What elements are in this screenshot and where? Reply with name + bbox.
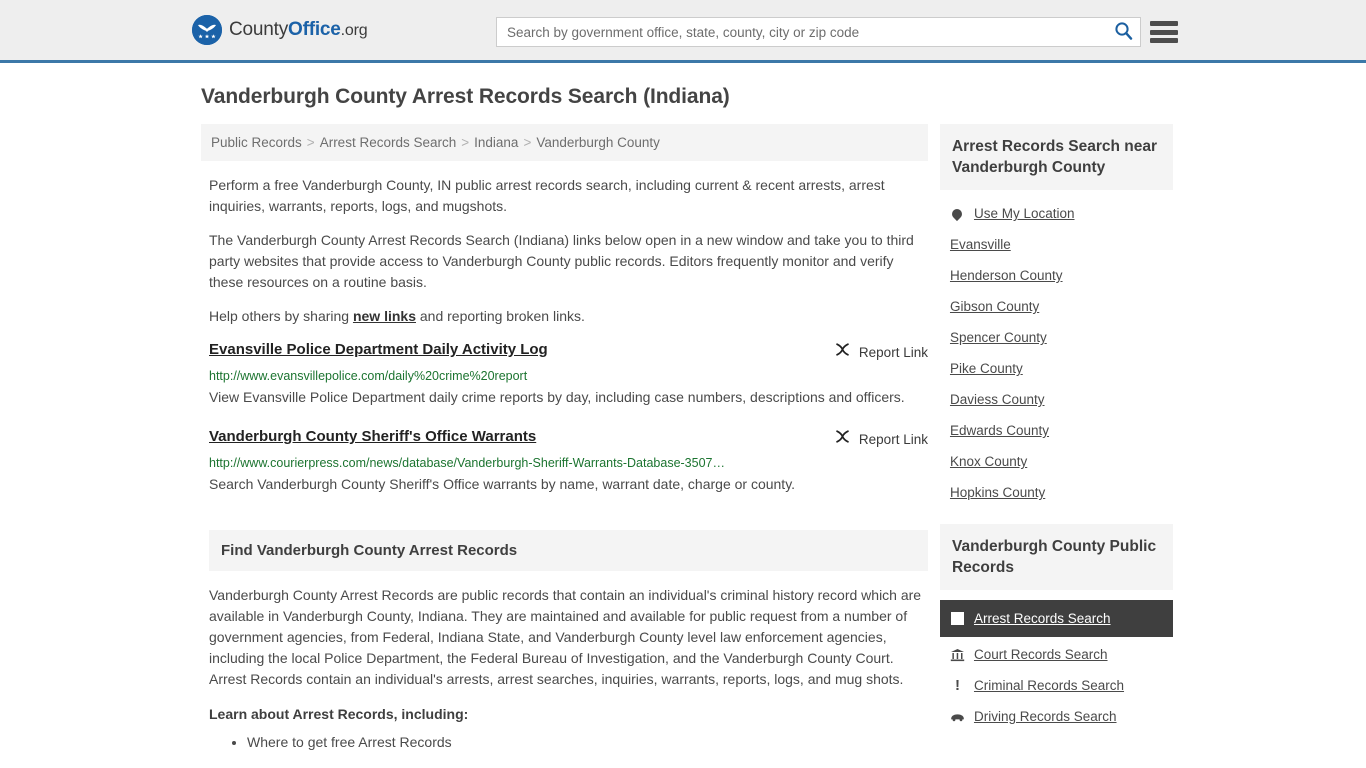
sidebar-item-label[interactable]: Henderson County [950,268,1063,283]
sidebar-item-label[interactable]: Pike County [950,361,1023,376]
intro-text: Perform a free Vanderburgh County, IN pu… [201,175,928,327]
handcuffs-icon [950,612,965,625]
intro-paragraph-3: Help others by sharing new links and rep… [209,306,928,327]
breadcrumb-item-arrest-records-search[interactable]: Arrest Records Search [320,135,457,150]
result-description: Search Vanderburgh County Sheriff's Offi… [209,476,796,492]
breadcrumb-separator: > [306,135,315,150]
intro-p3-before: Help others by sharing [209,308,353,324]
site-logo[interactable]: CountyOffice.org [192,15,368,45]
result-title-link[interactable]: Evansville Police Department Daily Activ… [209,340,548,360]
page-body: Vanderburgh County Arrest Records Search… [0,63,1366,753]
public-records-list: Arrest Records Search Court Records Sear… [939,590,1173,732]
result-item: Vanderburgh County Sheriff's Office Warr… [209,427,928,496]
report-link-button[interactable]: Report Link [834,341,928,363]
eagle-seal-icon [192,15,222,45]
new-links-link[interactable]: new links [353,308,416,324]
sidebar-item-arrest-records-search[interactable]: Arrest Records Search [939,600,1173,637]
sidebar-item-label[interactable]: Criminal Records Search [974,678,1124,693]
intro-paragraph-1: Perform a free Vanderburgh County, IN pu… [209,177,885,214]
sidebar-item-label[interactable]: Driving Records Search [974,709,1117,724]
nearby-search-heading: Arrest Records Search near Vanderburgh C… [939,124,1173,190]
sidebar-item-label[interactable]: Gibson County [950,299,1039,314]
sidebar-item-use-my-location[interactable]: Use My Location [940,198,1173,229]
search-input[interactable] [497,19,1106,45]
find-records-body: Vanderburgh County Arrest Records are pu… [209,585,928,753]
result-url: http://www.evansvillepolice.com/daily%20… [209,369,528,383]
sidebar-item-label[interactable]: Court Records Search [974,647,1108,662]
nearby-search-list: Use My Location Evansville Henderson Cou… [940,190,1173,508]
sidebar-item-evansville[interactable]: Evansville [940,229,1173,260]
sidebar-item-label[interactable]: Hopkins County [950,485,1045,500]
map-pin-icon [950,206,965,221]
learn-about-list: Where to get free Arrest Records [209,732,928,753]
sidebar-item-gibson-county[interactable]: Gibson County [940,291,1173,322]
sidebar-item-driving-records-search[interactable]: Driving Records Search [940,701,1173,732]
logo-text-county: County [229,19,289,40]
sidebar-item-label[interactable]: Evansville [950,237,1011,252]
logo-wordmark: CountyOffice.org [229,19,368,41]
sidebar-item-hopkins-county[interactable]: Hopkins County [940,477,1173,508]
broken-link-icon [834,428,851,450]
sidebar-item-criminal-records-search[interactable]: ! Criminal Records Search [940,670,1173,701]
learn-about-heading: Learn about Arrest Records, including: [209,706,469,722]
search-icon [1114,21,1133,43]
sidebar-item-label[interactable]: Knox County [950,454,1027,469]
breadcrumb-item-indiana[interactable]: Indiana [474,135,518,150]
intro-p3-after: and reporting broken links. [416,308,585,324]
public-records-heading: Vanderburgh County Public Records [939,524,1173,590]
broken-link-icon [834,341,851,363]
sidebar-item-label[interactable]: Arrest Records Search [974,611,1111,626]
report-link-label: Report Link [858,344,928,360]
sidebar-item-label[interactable]: Daviess County [950,392,1045,407]
sidebar-item-label[interactable]: Edwards County [950,423,1049,438]
breadcrumb-item-public-records[interactable]: Public Records [211,135,302,150]
result-url: http://www.courierpress.com/news/databas… [209,456,725,470]
report-link-button[interactable]: Report Link [834,428,928,450]
sidebar-item-spencer-county[interactable]: Spencer County [940,322,1173,353]
result-item: Evansville Police Department Daily Activ… [209,340,928,409]
find-records-paragraph: Vanderburgh County Arrest Records are pu… [209,587,922,687]
breadcrumb-separator: > [461,135,470,150]
result-description: View Evansville Police Department daily … [209,389,905,405]
page-title: Vanderburgh County Arrest Records Search… [201,85,730,108]
sidebar-item-label[interactable]: Spencer County [950,330,1047,345]
car-icon [950,712,965,722]
list-item[interactable]: Where to get free Arrest Records [247,732,928,753]
sidebar-item-label[interactable]: Use My Location [974,206,1075,221]
sidebar-item-edwards-county[interactable]: Edwards County [940,415,1173,446]
logo-text-org: .org [340,22,368,39]
public-records-card: Vanderburgh County Public Records Arrest… [939,524,1173,732]
report-link-label: Report Link [858,431,928,447]
search-button[interactable] [1106,18,1140,46]
find-records-heading: Find Vanderburgh County Arrest Records [209,530,928,571]
result-title-link[interactable]: Vanderburgh County Sheriff's Office Warr… [209,427,536,447]
sidebar: Arrest Records Search near Vanderburgh C… [939,124,1173,748]
site-header: CountyOffice.org [0,0,1366,63]
sidebar-item-knox-county[interactable]: Knox County [940,446,1173,477]
sidebar-item-court-records-search[interactable]: Court Records Search [940,639,1173,670]
breadcrumb-separator: > [523,135,532,150]
logo-text-office: Office [288,19,341,40]
nearby-search-card: Arrest Records Search near Vanderburgh C… [939,124,1173,508]
breadcrumb-item-vanderburgh-county[interactable]: Vanderburgh County [536,135,660,150]
hamburger-menu-icon[interactable] [1150,19,1178,45]
search-bar[interactable] [496,17,1141,47]
main-column: Public Records > Arrest Records Search > Ind… [201,124,928,753]
courthouse-icon [950,648,965,662]
sidebar-item-daviess-county[interactable]: Daviess County [940,384,1173,415]
exclamation-icon: ! [954,677,960,694]
sidebar-item-henderson-county[interactable]: Henderson County [940,260,1173,291]
breadcrumb: Public Records > Arrest Records Search > Ind… [201,124,928,161]
sidebar-item-pike-county[interactable]: Pike County [940,353,1173,384]
intro-paragraph-2: The Vanderburgh County Arrest Records Se… [209,232,914,290]
